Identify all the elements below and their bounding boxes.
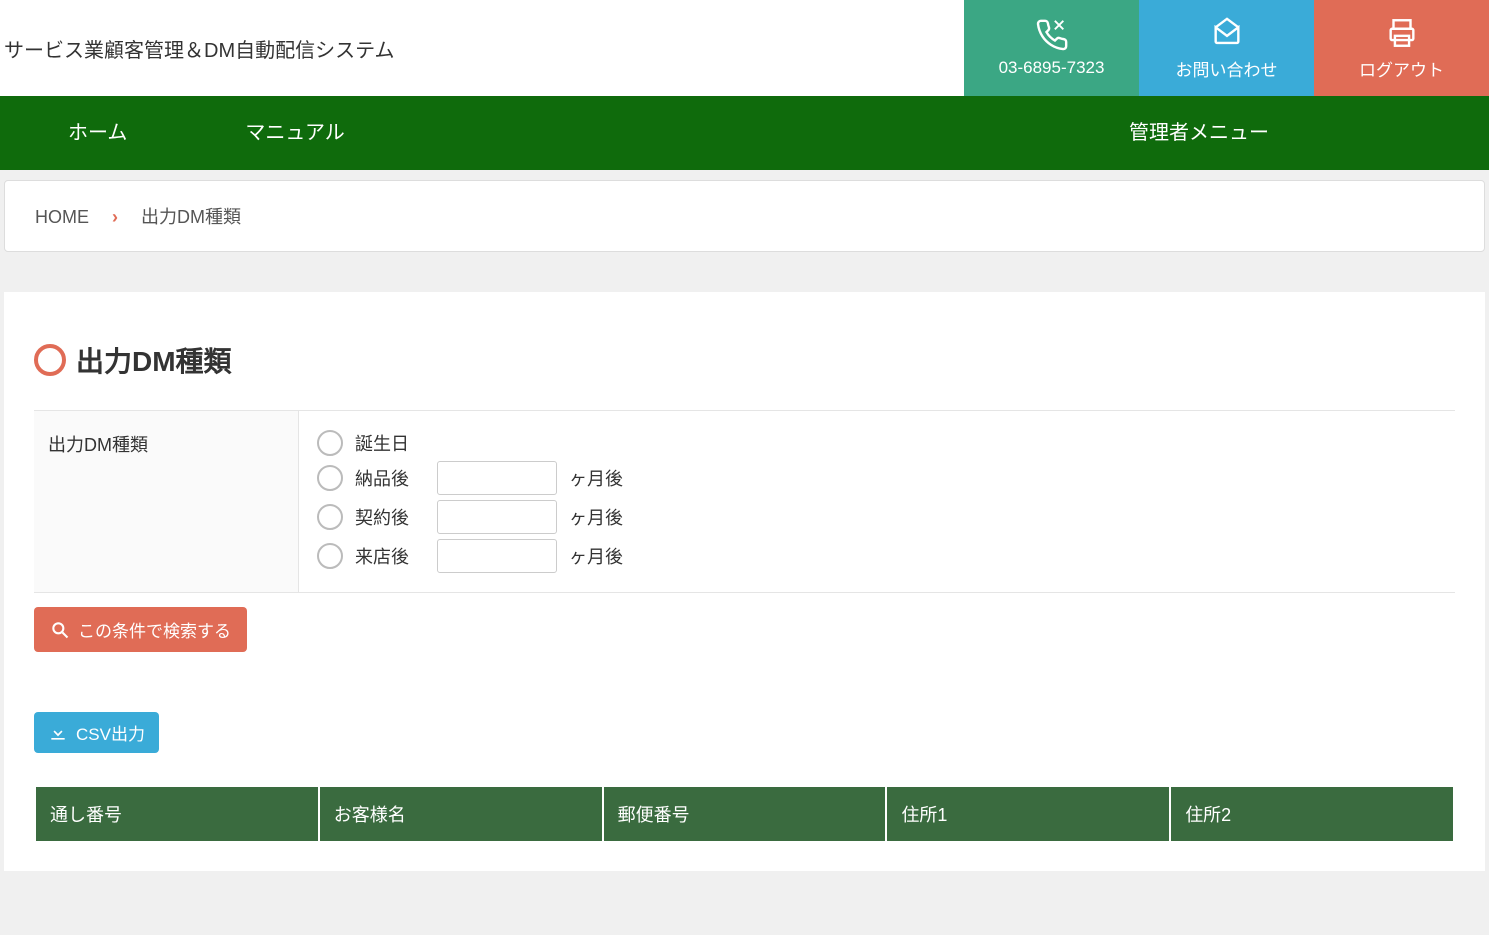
logout-label: ログアウト [1359, 56, 1444, 81]
phone-icon [1035, 18, 1069, 52]
dm-type-form-row: 出力DM種類 誕生日 納品後 ヶ月後 契約後 ヶ月後 来店後 [34, 410, 1455, 593]
radio-contract-label: 契約後 [355, 504, 425, 530]
table-header-row: 通し番号 お客様名 郵便番号 住所1 住所2 [36, 787, 1453, 841]
search-icon [50, 620, 70, 640]
phone-button[interactable]: 03-6895-7323 [964, 0, 1139, 96]
dm-type-body: 誕生日 納品後 ヶ月後 契約後 ヶ月後 来店後 ヶ月後 [299, 411, 1455, 592]
breadcrumb-separator-icon: › [112, 207, 118, 227]
search-button[interactable]: この条件で検索する [34, 607, 247, 652]
csv-export-button[interactable]: CSV出力 [34, 712, 159, 753]
nav-right: 管理者メニュー [1129, 96, 1489, 170]
th-address1: 住所1 [887, 787, 1169, 841]
th-customer-name: お客様名 [320, 787, 602, 841]
breadcrumb-area: HOME › 出力DM種類 [0, 170, 1489, 262]
logout-button[interactable]: ログアウト [1314, 0, 1489, 96]
csv-button-label: CSV出力 [76, 720, 145, 745]
nav-manual[interactable]: マニュアル [195, 96, 394, 170]
th-postal-code: 郵便番号 [604, 787, 886, 841]
radio-birthday-row: 誕生日 [317, 430, 1437, 456]
phone-number: 03-6895-7323 [999, 58, 1105, 78]
radio-delivery-row: 納品後 ヶ月後 [317, 461, 1437, 495]
radio-visit-label: 来店後 [355, 543, 425, 569]
breadcrumb: HOME › 出力DM種類 [4, 180, 1485, 252]
nav-home[interactable]: ホーム [0, 96, 195, 170]
radio-birthday-label: 誕生日 [355, 430, 425, 456]
nav-admin-menu[interactable]: 管理者メニュー [1129, 96, 1269, 170]
system-title: サービス業顧客管理＆DM自動配信システム [0, 0, 395, 96]
radio-birthday[interactable] [317, 430, 343, 456]
search-button-label: この条件で検索する [78, 617, 231, 642]
radio-after-visit[interactable] [317, 543, 343, 569]
circle-icon [34, 344, 66, 376]
radio-after-contract[interactable] [317, 504, 343, 530]
contract-months-suffix: ヶ月後 [569, 504, 623, 530]
page-title: 出力DM種類 [34, 340, 1455, 380]
th-address2: 住所2 [1171, 787, 1453, 841]
contact-label: お問い合わせ [1176, 56, 1278, 81]
delivery-months-input[interactable] [437, 461, 557, 495]
radio-visit-row: 来店後 ヶ月後 [317, 539, 1437, 573]
visit-months-input[interactable] [437, 539, 557, 573]
printer-icon [1385, 16, 1419, 50]
result-table: 通し番号 お客様名 郵便番号 住所1 住所2 [34, 787, 1455, 841]
main-nav: ホーム マニュアル 管理者メニュー [0, 96, 1489, 170]
radio-after-delivery[interactable] [317, 465, 343, 491]
radio-contract-row: 契約後 ヶ月後 [317, 500, 1437, 534]
visit-months-suffix: ヶ月後 [569, 543, 623, 569]
content: 出力DM種類 出力DM種類 誕生日 納品後 ヶ月後 契約後 ヶ月後 [4, 292, 1485, 871]
th-serial: 通し番号 [36, 787, 318, 841]
radio-delivery-label: 納品後 [355, 465, 425, 491]
nav-left: ホーム マニュアル [0, 96, 395, 170]
delivery-months-suffix: ヶ月後 [569, 465, 623, 491]
contact-button[interactable]: お問い合わせ [1139, 0, 1314, 96]
download-icon [48, 723, 68, 743]
mail-icon [1210, 16, 1244, 50]
dm-type-label: 出力DM種類 [34, 411, 299, 592]
breadcrumb-current: 出力DM種類 [141, 207, 241, 227]
contract-months-input[interactable] [437, 500, 557, 534]
page-title-text: 出力DM種類 [76, 340, 232, 380]
breadcrumb-home[interactable]: HOME [35, 207, 89, 227]
header-actions: 03-6895-7323 お問い合わせ ログアウト [964, 0, 1489, 96]
header: サービス業顧客管理＆DM自動配信システム 03-6895-7323 お問い合わせ… [0, 0, 1489, 96]
